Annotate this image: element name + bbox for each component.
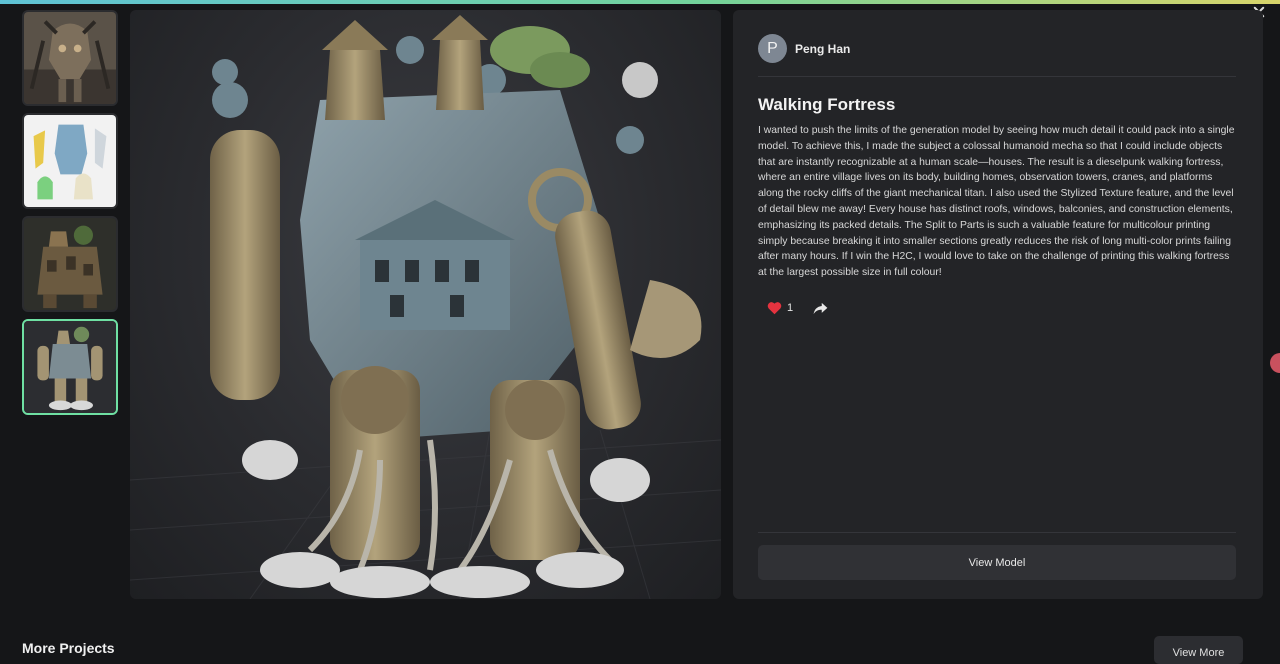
top-accent-bar: [0, 0, 1280, 4]
thumbnail-split-parts[interactable]: [22, 113, 118, 209]
walking-fortress-thumbnail-image: [24, 321, 116, 413]
header-divider: [758, 76, 1236, 77]
share-icon: [813, 302, 828, 314]
view-model-button[interactable]: View Model: [758, 545, 1236, 580]
project-description: I wanted to push the limits of the gener…: [758, 125, 1235, 279]
thumbnail-textured-fortress[interactable]: [22, 216, 118, 312]
heart-icon: [767, 302, 782, 315]
model-viewer[interactable]: [130, 10, 721, 599]
thumbnail-mech-predator[interactable]: [22, 10, 118, 106]
project-details-panel: P Peng Han Walking Fortress I wanted to …: [733, 10, 1263, 599]
like-count: 1: [787, 302, 794, 314]
project-actions: 1: [767, 301, 828, 315]
floating-assistant-icon[interactable]: [1270, 353, 1280, 373]
like-button[interactable]: 1: [767, 301, 793, 315]
footer-divider: [758, 532, 1236, 533]
project-title: Walking Fortress: [758, 95, 896, 114]
view-more-button[interactable]: View More: [1154, 636, 1243, 664]
textured-fortress-image: [24, 218, 116, 310]
share-button[interactable]: [813, 302, 828, 315]
avatar[interactable]: P: [758, 34, 787, 63]
thumbnail-list: [22, 10, 118, 422]
walking-fortress-render: [130, 15, 721, 599]
more-projects-heading: More Projects: [22, 640, 115, 656]
mech-predator-image: [24, 12, 116, 104]
thumbnail-walking-fortress[interactable]: [22, 319, 118, 415]
split-parts-image: [24, 115, 116, 207]
author-info[interactable]: P Peng Han: [758, 34, 850, 63]
author-name[interactable]: Peng Han: [795, 42, 850, 56]
